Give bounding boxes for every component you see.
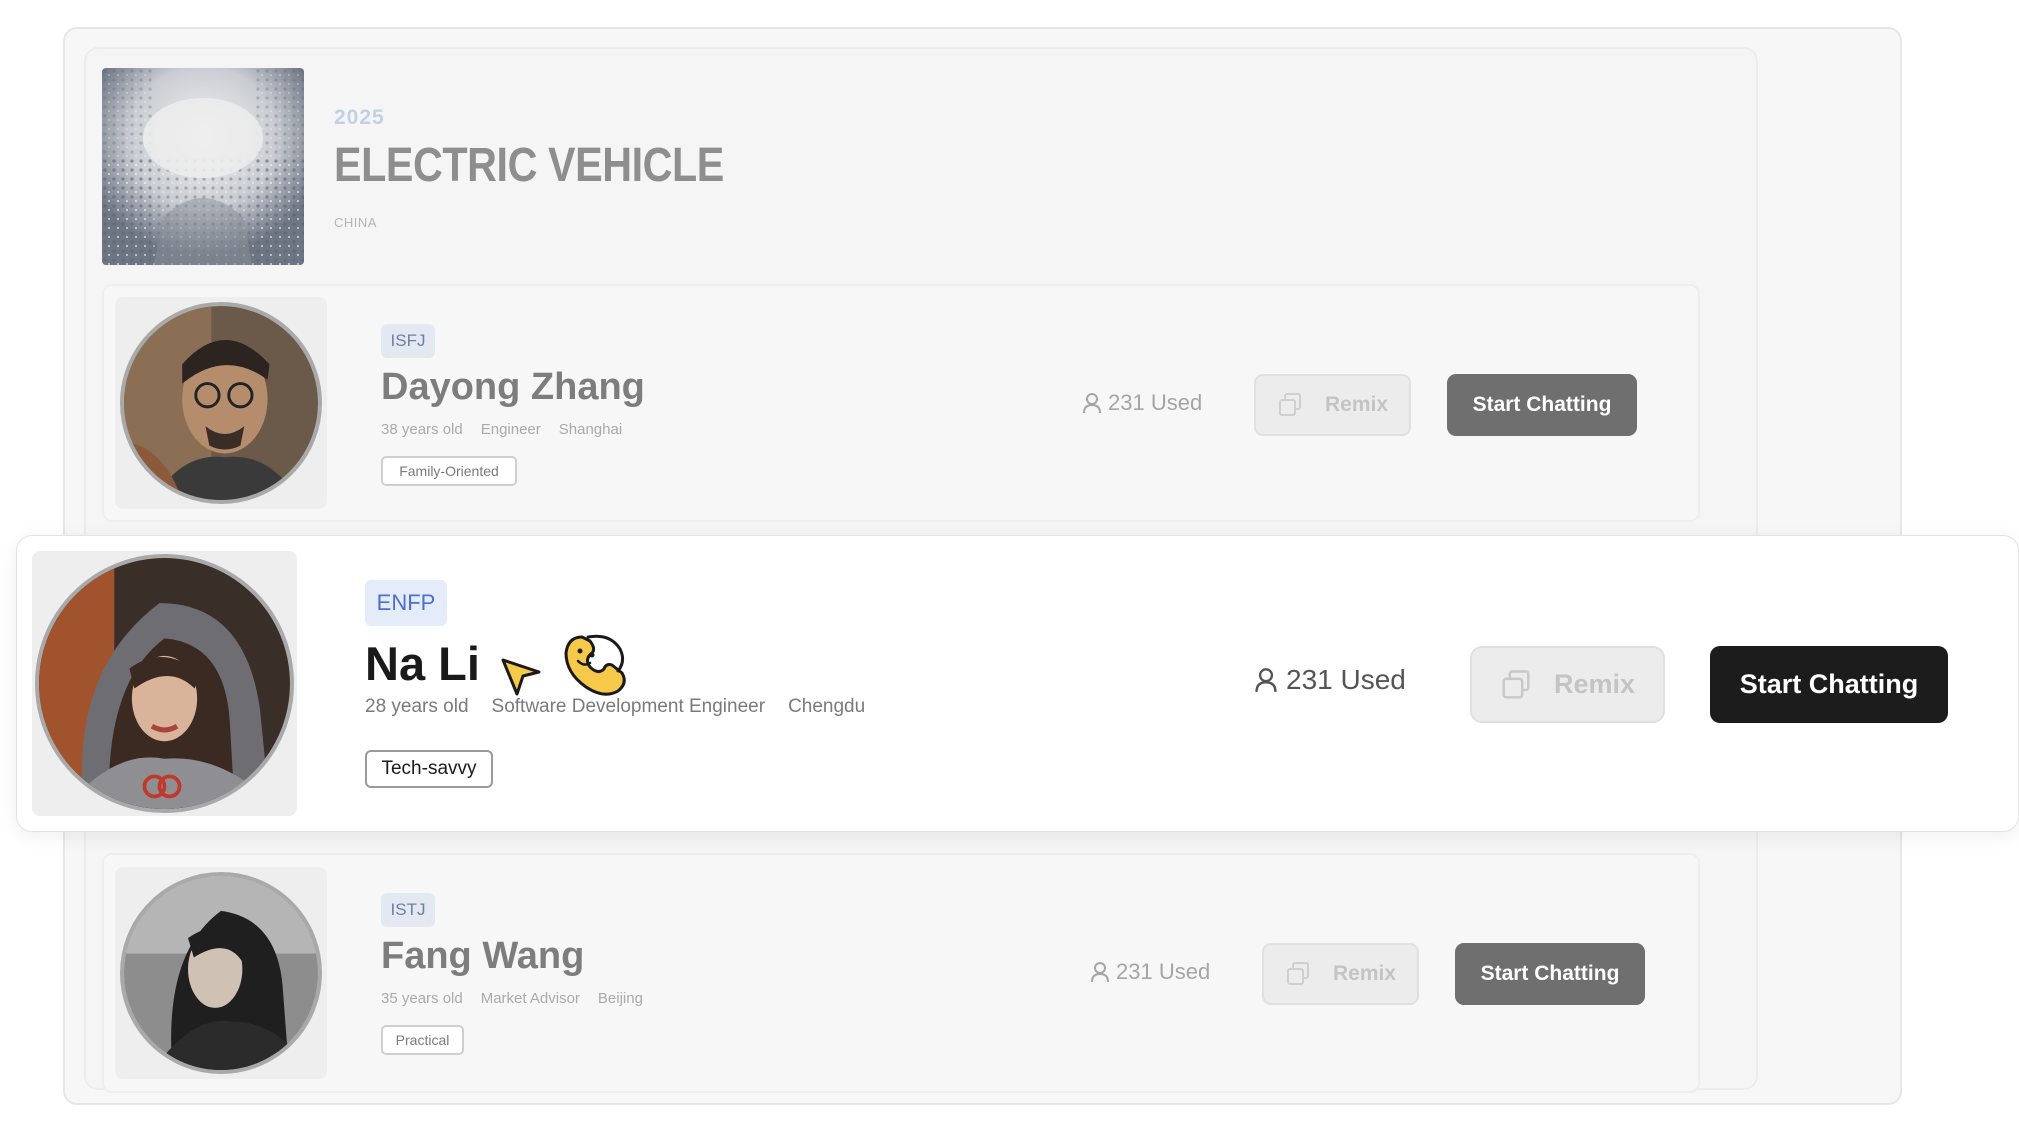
persona-job: Engineer <box>480 421 541 438</box>
mbti-badge: ISFJ <box>381 324 435 358</box>
feature-title: ELECTRIC VEHICLE <box>334 139 724 192</box>
avatar-photo <box>35 554 294 813</box>
avatar <box>32 551 297 816</box>
mbti-badge: ENFP <box>365 580 447 626</box>
remix-button[interactable]: Remix <box>1470 646 1665 723</box>
usage-count-label: 231 Used <box>1116 959 1211 984</box>
user-icon <box>1083 393 1101 414</box>
persona-age: 38 years old <box>381 421 463 438</box>
user-icon <box>1091 962 1109 983</box>
remix-button[interactable]: Remix <box>1262 943 1419 1005</box>
start-chatting-button[interactable]: Start Chatting <box>1447 374 1637 436</box>
persona-city: Chengdu <box>788 696 866 717</box>
persona-name: Fang Wang <box>381 935 585 977</box>
persona-age: 35 years old <box>381 990 463 1007</box>
persona-job: Market Advisor <box>480 990 580 1007</box>
persona-meta: 38 years old Engineer Shanghai <box>381 421 640 438</box>
persona-meta: 35 years old Market Advisor Beijing <box>381 990 661 1007</box>
usage-count: 231 Used <box>1082 390 1202 416</box>
start-chatting-button[interactable]: Start Chatting <box>1710 646 1948 723</box>
feature-country: CHINA <box>334 215 377 230</box>
remix-button[interactable]: Remix <box>1254 374 1411 436</box>
usage-count-label: 231 Used <box>1286 664 1406 695</box>
persona-tag: Family-Oriented <box>381 456 517 486</box>
persona-name: Na Li <box>365 637 480 690</box>
persona-card-focused[interactable]: ENFP Na Li 28 years old Software Developm… <box>16 535 2019 832</box>
persona-city: Shanghai <box>558 421 623 438</box>
persona-tag: Tech-savvy <box>365 750 493 788</box>
user-icon <box>1255 668 1277 692</box>
persona-tag: Practical <box>381 1025 464 1055</box>
persona-name: Dayong Zhang <box>381 366 645 408</box>
cursor-pointer-icon <box>501 658 541 696</box>
phone-mascot-icon <box>564 634 626 696</box>
persona-card[interactable]: ISTJ Fang Wang 35 years old Market Adviso… <box>102 853 1700 1093</box>
persona-city: Beijing <box>597 990 643 1007</box>
persona-card[interactable]: ISFJ Dayong Zhang 38 years old Engineer Sh… <box>102 284 1700 522</box>
feature-image <box>102 68 304 265</box>
usage-count: 231 Used <box>1254 664 1406 696</box>
feature-year: 2025 <box>334 106 385 129</box>
avatar-photo <box>120 302 322 504</box>
avatar-photo <box>120 872 322 1074</box>
avatar <box>115 867 327 1079</box>
mbti-badge: ISTJ <box>381 893 435 927</box>
remix-button-label: Remix <box>1553 669 1636 699</box>
avatar <box>115 297 327 509</box>
copy-icon <box>1502 669 1530 699</box>
usage-count-label: 231 Used <box>1108 390 1203 415</box>
persona-age: 28 years old <box>365 696 469 717</box>
copy-icon <box>1286 962 1309 985</box>
usage-count: 231 Used <box>1090 959 1210 985</box>
copy-icon <box>1278 393 1301 416</box>
start-chatting-button[interactable]: Start Chatting <box>1455 943 1645 1005</box>
remix-button-label: Remix <box>1324 393 1389 416</box>
remix-button-label: Remix <box>1332 962 1397 985</box>
